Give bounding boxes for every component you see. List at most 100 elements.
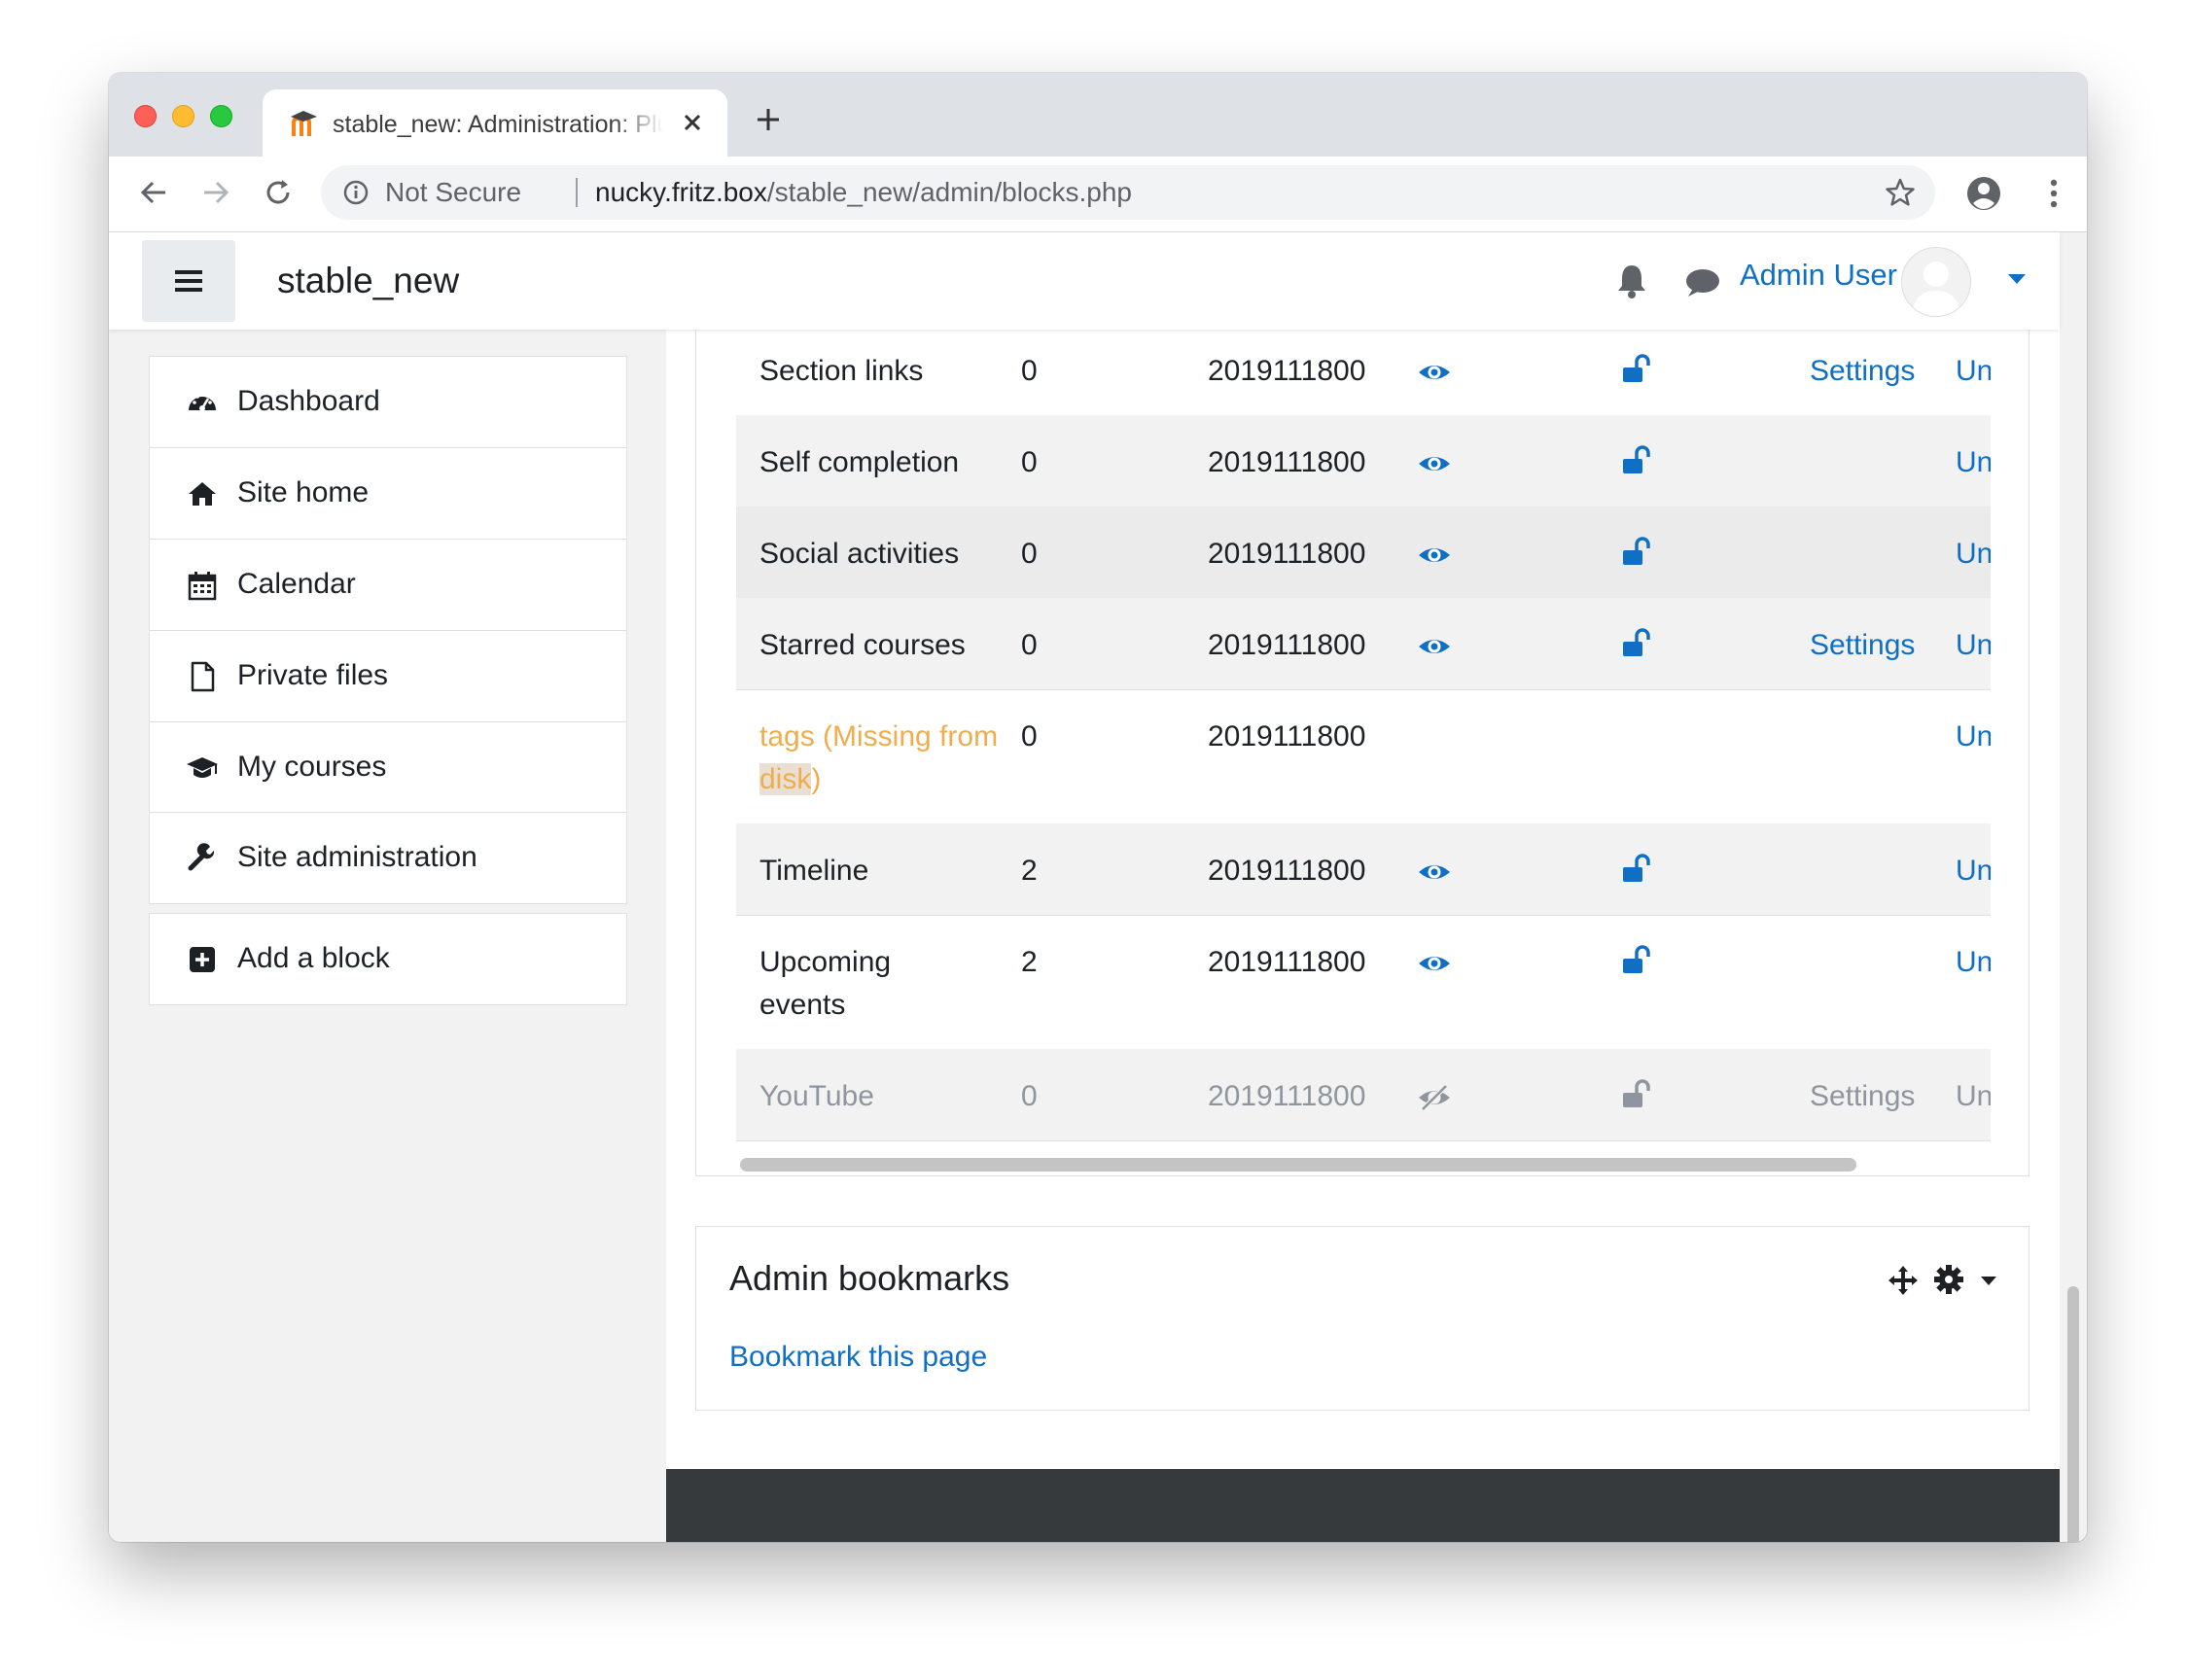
moodle-favicon-icon (291, 111, 317, 136)
unlock-icon[interactable] (1621, 627, 1652, 658)
block-name: YouTube (759, 1080, 874, 1112)
back-icon[interactable] (136, 175, 171, 210)
wrench-icon (188, 843, 215, 871)
block-name: Self completion (759, 446, 960, 478)
eye-icon[interactable] (1417, 946, 1452, 981)
unlock-icon[interactable] (1621, 853, 1652, 884)
nav-item-label: Dashboard (237, 385, 380, 417)
nav-item-add-block[interactable]: Add a block (150, 914, 626, 1004)
site-name[interactable]: stable_new (277, 260, 459, 302)
url-text[interactable]: nucky.fritz.box/stable_new/admin/blocks.… (595, 178, 1132, 207)
unlock-icon[interactable] (1621, 1078, 1652, 1109)
security-indicator[interactable]: Not Secure (385, 178, 521, 207)
instances-count: 0 (1021, 720, 1038, 752)
minimize-window-button[interactable] (172, 105, 194, 127)
unlock-icon[interactable] (1621, 353, 1652, 384)
table-row: Starred courses 0 2019111800 Settings Un… (736, 598, 1991, 690)
chevron-down-icon[interactable] (1980, 1276, 1997, 1286)
missing-name-suffix: ) (811, 763, 822, 795)
uninstall-link[interactable]: Uninstall (1956, 441, 1991, 484)
forward-icon[interactable] (198, 175, 233, 210)
eye-icon[interactable] (1417, 855, 1452, 890)
eye-icon[interactable] (1417, 629, 1452, 664)
eye-icon[interactable] (1417, 355, 1452, 390)
instances-count: 0 (1021, 629, 1038, 661)
version: 2019111800 (1208, 538, 1366, 570)
close-tab-icon[interactable] (677, 107, 708, 138)
nav-item-label: Calendar (237, 568, 356, 600)
table-row: Timeline 2 2019111800 Uninstall (736, 823, 1991, 916)
nav-list-main: Dashboard Site home Calendar Private fil… (149, 356, 627, 814)
unlock-icon[interactable] (1621, 444, 1652, 475)
moodle-navbar: stable_new Admin User (109, 232, 2060, 330)
eye-icon[interactable] (1417, 446, 1452, 481)
nav-item-private-files[interactable]: Private files (150, 630, 626, 721)
bookmark-star-icon[interactable] (1885, 177, 1916, 208)
settings-link[interactable]: Settings (1810, 350, 1915, 393)
maximize-window-button[interactable] (210, 105, 232, 127)
file-icon (191, 661, 215, 692)
graduation-cap-icon (187, 757, 218, 778)
main-region: Section links 0 2019111800 Settings Unin… (666, 320, 2060, 1542)
separator (576, 178, 578, 207)
browser-menu-icon[interactable] (2034, 174, 2073, 213)
instances-count: 0 (1021, 538, 1038, 570)
nav-item-site-administration[interactable]: Site administration (150, 813, 626, 903)
eye-icon[interactable] (1417, 538, 1452, 573)
uninstall-link[interactable]: Uninstall (1956, 941, 1991, 984)
nav-item-label: Site administration (237, 841, 477, 873)
gear-icon[interactable] (1933, 1264, 1964, 1295)
version: 2019111800 (1208, 446, 1366, 478)
nav-item-dashboard[interactable]: Dashboard (150, 357, 626, 447)
messages-chat-icon[interactable] (1682, 265, 1721, 300)
address-bar[interactable]: Not Secure nucky.fritz.box/stable_new/ad… (321, 165, 1935, 220)
uninstall-link[interactable]: Uninstall (1956, 850, 1991, 892)
version: 2019111800 (1208, 946, 1366, 978)
horizontal-scrollbar[interactable] (740, 1158, 1856, 1172)
page-footer (666, 1469, 2060, 1542)
url-host: nucky.fritz.box (595, 177, 767, 207)
user-menu-name[interactable]: Admin User (1740, 256, 1897, 295)
instances-count: 0 (1021, 355, 1038, 387)
table-row: Social activities 0 2019111800 Uninstall (736, 507, 1991, 599)
instances-count: 0 (1021, 1080, 1038, 1112)
move-arrows-icon[interactable] (1887, 1264, 1920, 1297)
vertical-scrollbar[interactable] (2067, 1286, 2079, 1542)
nav-item-my-courses[interactable]: My courses (150, 721, 626, 813)
block-name: Social activities (759, 538, 960, 570)
admin-bookmarks-block: Admin bookmarks Bookmark this page (695, 1226, 2029, 1411)
table-row: Section links 0 2019111800 Settings Unin… (736, 324, 1991, 416)
version: 2019111800 (1208, 1080, 1366, 1112)
table-row: Upcoming events 2 2019111800 Uninstall (736, 915, 1991, 1050)
settings-link[interactable]: Settings (1810, 1075, 1915, 1118)
drawer-toggle-button[interactable] (142, 240, 235, 322)
uninstall-link[interactable]: Uninstall (1956, 350, 1991, 393)
uninstall-link[interactable]: Uninstall (1956, 533, 1991, 576)
browser-tab[interactable]: stable_new: Administration: Plugins (263, 89, 727, 157)
notifications-bell-icon[interactable] (1614, 262, 1649, 300)
new-tab-icon[interactable] (753, 104, 784, 135)
unlock-icon[interactable] (1621, 944, 1652, 975)
profile-icon[interactable] (1964, 174, 2003, 213)
uninstall-link[interactable]: Uninstall (1956, 716, 1991, 758)
url-path: /stable_new/admin/blocks.php (766, 177, 1132, 207)
bookmark-this-page-link[interactable]: Bookmark this page (729, 1338, 987, 1377)
nav-list-add-block: Add a block (149, 913, 627, 1005)
close-window-button[interactable] (134, 105, 157, 127)
missing-name-highlight: disk (759, 763, 812, 795)
nav-list-admin: Site administration (149, 812, 627, 904)
info-icon[interactable] (342, 179, 370, 206)
eye-slash-icon[interactable] (1417, 1080, 1452, 1115)
unlock-icon[interactable] (1621, 536, 1652, 567)
user-menu-caret-icon[interactable] (2007, 273, 2027, 285)
user-avatar[interactable] (1901, 247, 1971, 317)
settings-link[interactable]: Settings (1810, 624, 1915, 667)
nav-item-label: My courses (237, 751, 387, 783)
nav-item-site-home[interactable]: Site home (150, 447, 626, 539)
reload-icon[interactable] (261, 175, 296, 210)
uninstall-link[interactable]: Uninstall (1956, 1075, 1991, 1118)
uninstall-link[interactable]: Uninstall (1956, 624, 1991, 667)
calendar-icon (188, 572, 217, 601)
nav-item-calendar[interactable]: Calendar (150, 539, 626, 630)
browser-window: stable_new: Administration: Plugins No (109, 73, 2087, 1542)
